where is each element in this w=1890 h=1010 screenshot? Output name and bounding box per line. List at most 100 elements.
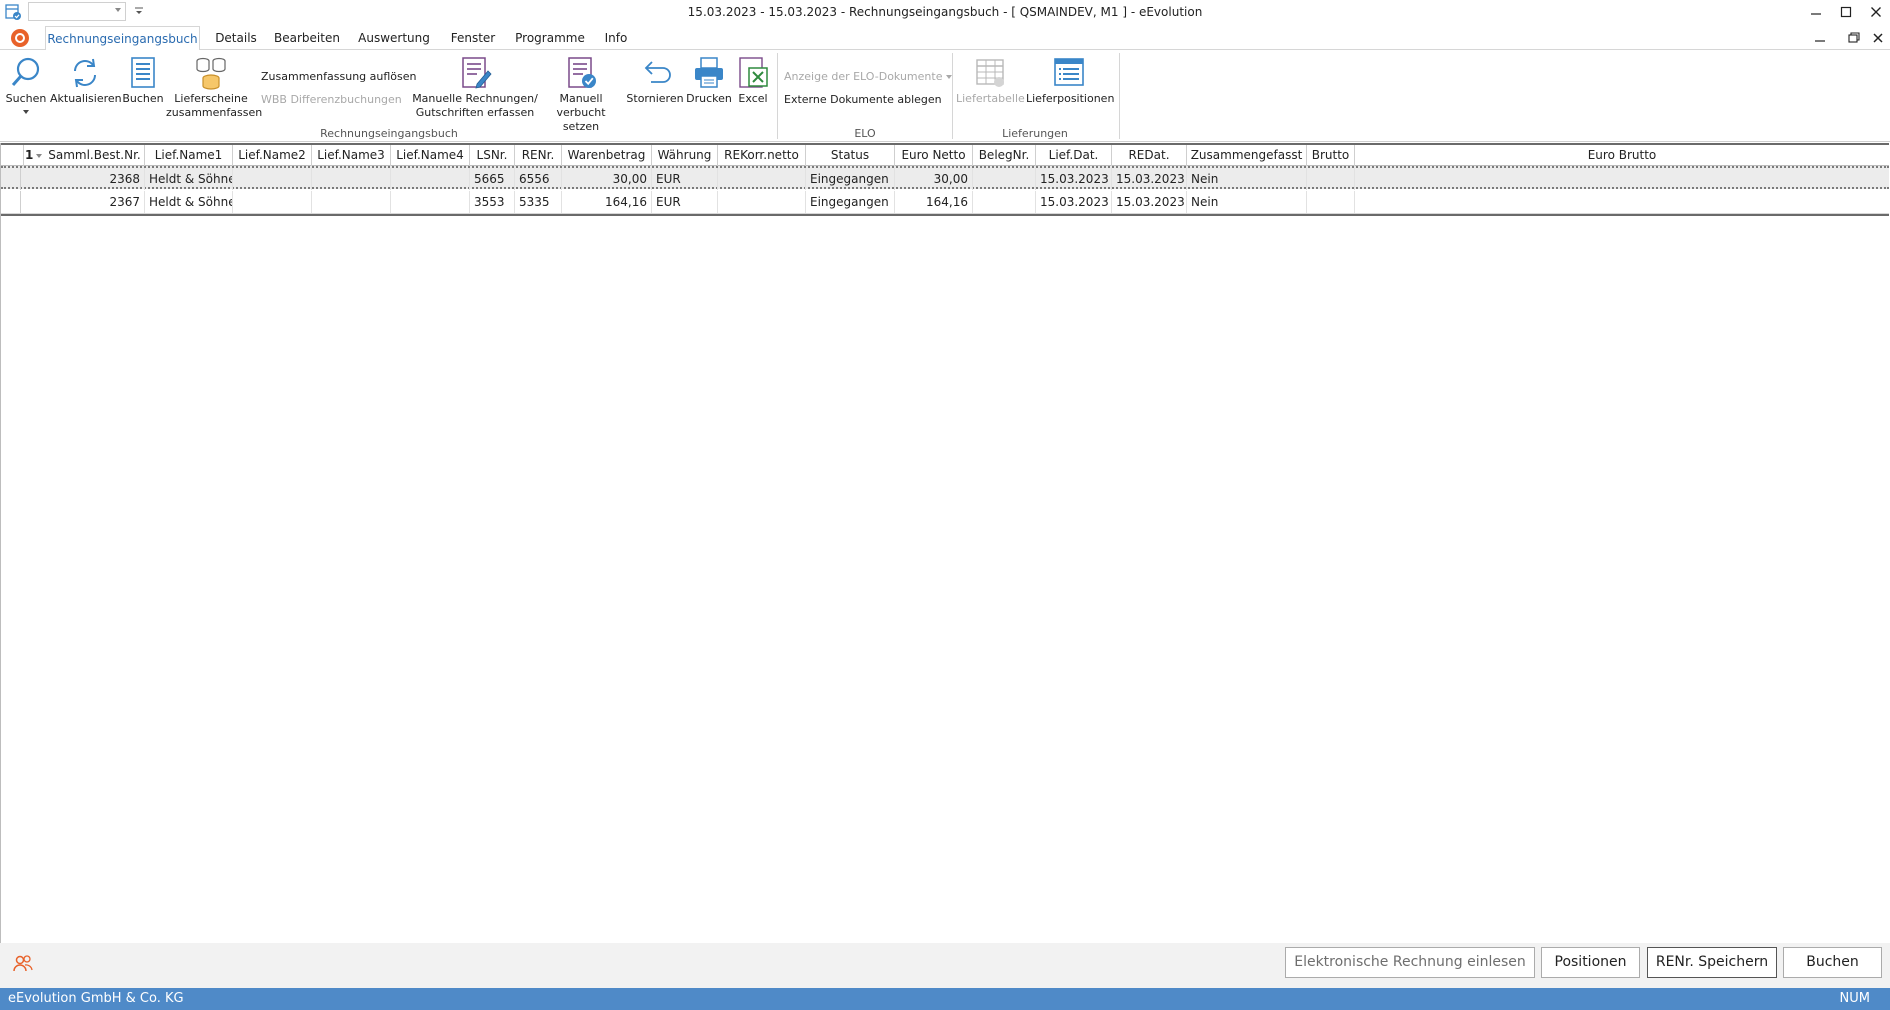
cell-lsnr[interactable]: 5665 bbox=[470, 168, 515, 190]
tab-programme[interactable]: Programme bbox=[510, 26, 590, 50]
drucken-button[interactable]: Drucken bbox=[686, 56, 732, 106]
cell-renr[interactable]: 5335 bbox=[515, 191, 562, 213]
aktualisieren-button[interactable]: Aktualisieren bbox=[50, 56, 122, 106]
stornieren-button[interactable]: Stornieren bbox=[625, 56, 685, 106]
cell-lief-dat[interactable]: 15.03.2023 bbox=[1036, 191, 1112, 213]
anzeige-elo-dokumente-dropdown[interactable]: Anzeige der ELO-Dokumente bbox=[784, 70, 953, 83]
mdi-close-icon[interactable] bbox=[1870, 30, 1886, 46]
row-selector[interactable] bbox=[1, 191, 21, 213]
column-header-lief-name4[interactable]: Lief.Name4 bbox=[391, 145, 470, 166]
tab-rechnungseingangsbuch[interactable]: Rechnungseingangsbuch bbox=[45, 26, 200, 51]
app-logo-icon[interactable] bbox=[11, 29, 29, 47]
table-row[interactable]: 2367 Heldt & Söhne 3553 5335 164,16 EUR … bbox=[1, 191, 1889, 214]
table-row[interactable]: 2368 Heldt & Söhne 5665 6556 30,00 EUR E… bbox=[1, 166, 1889, 190]
sort-priority-label[interactable]: 1 bbox=[21, 145, 45, 166]
tab-bearbeiten[interactable]: Bearbeiten bbox=[272, 26, 342, 50]
cell-zusammengefasst[interactable]: Nein bbox=[1187, 168, 1307, 190]
cell-belegnr[interactable] bbox=[973, 168, 1036, 190]
column-header-brutto[interactable]: Brutto bbox=[1307, 145, 1355, 166]
cell-lief-name3[interactable] bbox=[312, 168, 391, 190]
lieferscheine-zusammenfassen-button[interactable]: Lieferscheine zusammenfassen bbox=[166, 56, 262, 120]
manuelle-label-2: Gutschriften erfassen bbox=[415, 106, 535, 119]
cell-euro-brutto[interactable] bbox=[1355, 191, 1889, 213]
tab-fenster[interactable]: Fenster bbox=[446, 26, 500, 50]
column-header-lief-name3[interactable]: Lief.Name3 bbox=[312, 145, 391, 166]
manuelle-label-1: Manuelle Rechnungen/ bbox=[412, 92, 538, 105]
elektronische-rechnung-einlesen-button[interactable]: Elektronische Rechnung einlesen bbox=[1285, 947, 1535, 978]
cell-warenbetrag[interactable]: 30,00 bbox=[562, 168, 652, 190]
column-header-lief-name2[interactable]: Lief.Name2 bbox=[233, 145, 312, 166]
cell-belegnr[interactable] bbox=[973, 191, 1036, 213]
cell-redat[interactable]: 15.03.2023 bbox=[1112, 191, 1187, 213]
chevron-down-icon[interactable] bbox=[23, 110, 29, 114]
cell-status[interactable]: Eingegangen bbox=[806, 168, 895, 190]
renr-speichern-button[interactable]: RENr. Speichern bbox=[1647, 947, 1777, 978]
buchen-label: Buchen bbox=[122, 92, 164, 105]
cell-rekorr-netto[interactable] bbox=[718, 168, 806, 190]
column-header-zusammengefasst[interactable]: Zusammengefasst bbox=[1187, 145, 1307, 166]
cell-lief-name1[interactable]: Heldt & Söhne bbox=[145, 168, 233, 190]
column-header-lief-name1[interactable]: Lief.Name1 bbox=[145, 145, 233, 166]
maximize-button[interactable] bbox=[1833, 2, 1859, 24]
cell-lief-name4[interactable] bbox=[391, 191, 470, 213]
cell-lief-name2[interactable] bbox=[233, 191, 312, 213]
group-separator bbox=[1119, 53, 1120, 139]
cell-lief-name3[interactable] bbox=[312, 191, 391, 213]
manuelle-rechnungen-button[interactable]: Manuelle Rechnungen/ Gutschriften erfass… bbox=[412, 56, 538, 120]
cell-zusammengefasst[interactable]: Nein bbox=[1187, 191, 1307, 213]
cell-waehrung[interactable]: EUR bbox=[652, 191, 718, 213]
lieferpositionen-button[interactable]: Lieferpositionen bbox=[1026, 56, 1114, 106]
column-header-renr[interactable]: RENr. bbox=[515, 145, 562, 166]
tab-info[interactable]: Info bbox=[600, 26, 632, 50]
users-icon[interactable] bbox=[12, 953, 34, 975]
cell-waehrung[interactable]: EUR bbox=[652, 168, 718, 190]
cell-redat[interactable]: 15.03.2023 bbox=[1112, 168, 1187, 190]
cell-samml-best-nr[interactable]: 2368 bbox=[21, 168, 145, 190]
manuell-verbucht-setzen-button[interactable]: Manuell verbucht setzen bbox=[539, 56, 623, 134]
invoice-grid[interactable]: 1 Samml.Best.Nr. Lief.Name1 Lief.Name2 L… bbox=[0, 143, 1890, 943]
cell-lief-name4[interactable] bbox=[391, 168, 470, 190]
tab-details[interactable]: Details bbox=[208, 26, 264, 50]
suchen-button[interactable]: Suchen bbox=[4, 56, 48, 106]
column-header-redat[interactable]: REDat. bbox=[1112, 145, 1187, 166]
excel-button[interactable]: Excel bbox=[733, 56, 773, 106]
cell-euro-brutto[interactable] bbox=[1355, 168, 1889, 190]
column-header-belegnr[interactable]: BelegNr. bbox=[973, 145, 1036, 166]
cell-status[interactable]: Eingegangen bbox=[806, 191, 895, 213]
column-header-status[interactable]: Status bbox=[806, 145, 895, 166]
row-selector[interactable] bbox=[1, 168, 21, 190]
column-header-euro-brutto[interactable]: Euro Brutto bbox=[1355, 145, 1889, 166]
cell-lsnr[interactable]: 3553 bbox=[470, 191, 515, 213]
mdi-restore-icon[interactable] bbox=[1846, 30, 1862, 46]
undo-icon bbox=[644, 61, 671, 83]
column-header-euro-netto[interactable]: Euro Netto bbox=[895, 145, 973, 166]
mdi-minimize-icon[interactable] bbox=[1812, 30, 1828, 46]
column-header-waehrung[interactable]: Währung bbox=[652, 145, 718, 166]
externe-dokumente-ablegen-button[interactable]: Externe Dokumente ablegen bbox=[784, 93, 942, 106]
zusammenfassung-aufloesen-button[interactable]: Zusammenfassung auflösen bbox=[261, 70, 417, 83]
positionen-button[interactable]: Positionen bbox=[1541, 947, 1640, 978]
cell-lief-name2[interactable] bbox=[233, 168, 312, 190]
column-header-samml-best-nr[interactable]: Samml.Best.Nr. bbox=[45, 145, 145, 166]
column-header-rekorr-netto[interactable]: REKorr.netto bbox=[718, 145, 806, 166]
minimize-button[interactable] bbox=[1803, 2, 1829, 24]
liefertabelle-button[interactable]: Liefertabelle bbox=[956, 56, 1025, 106]
column-header-lsnr[interactable]: LSNr. bbox=[470, 145, 515, 166]
cell-euro-netto[interactable]: 30,00 bbox=[895, 168, 973, 190]
close-window-button[interactable] bbox=[1863, 2, 1889, 24]
cell-brutto[interactable] bbox=[1307, 168, 1355, 190]
cell-samml-best-nr[interactable]: 2367 bbox=[21, 191, 145, 213]
cell-brutto[interactable] bbox=[1307, 191, 1355, 213]
cell-warenbetrag[interactable]: 164,16 bbox=[562, 191, 652, 213]
cell-lief-name1[interactable]: Heldt & Söhne bbox=[145, 191, 233, 213]
column-header-warenbetrag[interactable]: Warenbetrag bbox=[562, 145, 652, 166]
buchen-footer-button[interactable]: Buchen bbox=[1783, 947, 1882, 978]
wbb-differenzbuchungen-button[interactable]: WBB Differenzbuchungen bbox=[261, 93, 402, 106]
cell-rekorr-netto[interactable] bbox=[718, 191, 806, 213]
tab-auswertung[interactable]: Auswertung bbox=[352, 26, 436, 50]
cell-lief-dat[interactable]: 15.03.2023 bbox=[1036, 168, 1112, 190]
cell-euro-netto[interactable]: 164,16 bbox=[895, 191, 973, 213]
buchen-ribbon-button[interactable]: Buchen bbox=[121, 56, 165, 106]
column-header-lief-dat[interactable]: Lief.Dat. bbox=[1036, 145, 1112, 166]
cell-renr[interactable]: 6556 bbox=[515, 168, 562, 190]
